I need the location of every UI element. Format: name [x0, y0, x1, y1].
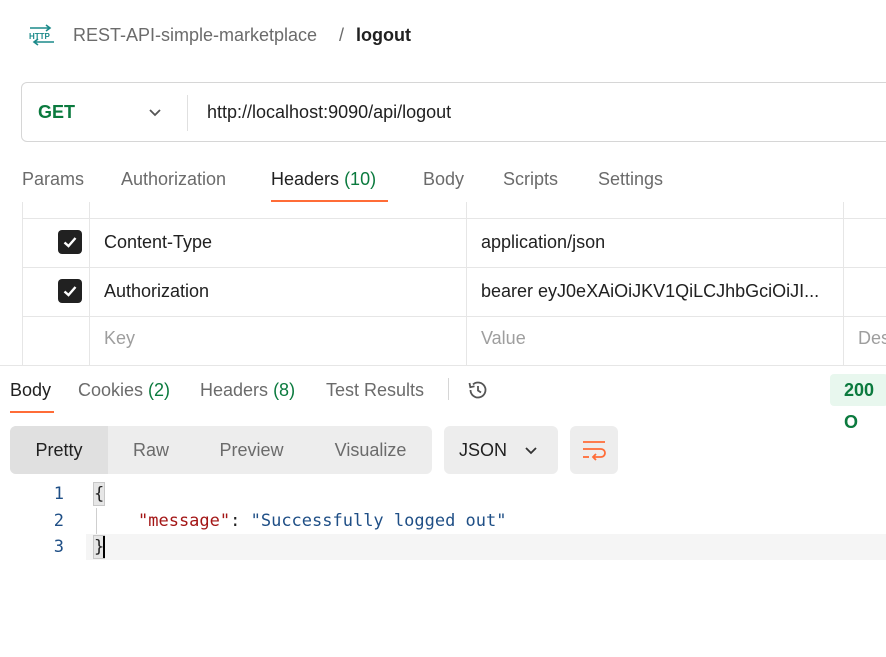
breadcrumb-current-request[interactable]: logout	[356, 24, 411, 46]
response-tabs-divider	[448, 378, 449, 400]
tab-label: Scripts	[503, 169, 559, 189]
svg-text:HTTP: HTTP	[29, 32, 51, 41]
view-preview-button[interactable]: Preview	[194, 426, 309, 474]
method-select[interactable]: GET	[38, 101, 75, 123]
table-row-divider	[22, 316, 886, 317]
active-tab-indicator	[271, 200, 388, 202]
current-line-highlight	[86, 534, 886, 560]
url-divider	[187, 95, 188, 131]
chevron-down-icon	[525, 447, 537, 455]
header-key[interactable]: Content-Type	[104, 231, 454, 253]
view-visualize-button[interactable]: Visualize	[309, 426, 432, 474]
table-col-divider	[466, 202, 467, 365]
view-raw-button[interactable]: Raw	[108, 426, 194, 474]
tab-label: Headers	[200, 380, 269, 400]
json-value: "Successfully logged out"	[250, 511, 507, 531]
tab-headers[interactable]: Headers (10)	[271, 168, 376, 190]
tab-label: Body	[423, 169, 465, 189]
tab-label: Body	[10, 380, 52, 400]
header-key-input[interactable]: Key	[104, 327, 135, 349]
tab-settings[interactable]: Settings	[598, 168, 663, 190]
json-line[interactable]: "message": "Successfully logged out"	[138, 510, 506, 532]
tab-authorization[interactable]: Authorization	[121, 168, 226, 190]
pane-divider	[0, 365, 886, 366]
response-tab-headers[interactable]: Headers (8)	[200, 379, 295, 401]
wrap-lines-icon	[583, 441, 606, 461]
response-tab-body[interactable]: Body	[10, 379, 51, 401]
table-col-divider	[22, 202, 23, 365]
history-icon[interactable]	[466, 378, 490, 402]
table-row-divider	[22, 218, 886, 219]
header-description-input[interactable]: Des	[858, 327, 886, 349]
active-response-tab-indicator	[10, 411, 54, 413]
tab-label: Params	[22, 169, 85, 189]
text-cursor	[103, 536, 105, 558]
http-icon: HTTP	[29, 24, 54, 46]
chevron-down-icon[interactable]	[147, 104, 163, 120]
tab-count: (2)	[148, 380, 171, 400]
tab-label: Test Results	[326, 380, 425, 400]
header-value-input[interactable]: Value	[481, 327, 526, 349]
json-key: "message"	[138, 511, 231, 531]
tab-label: Headers	[271, 169, 340, 189]
format-label: JSON	[459, 440, 508, 460]
tab-count: (8)	[273, 380, 296, 400]
json-open-brace: {	[92, 482, 106, 506]
response-tab-cookies[interactable]: Cookies (2)	[78, 379, 170, 401]
line-number: 1	[53, 484, 64, 504]
tab-body[interactable]: Body	[423, 168, 464, 190]
line-number: 2	[53, 511, 64, 531]
response-tab-test-results[interactable]: Test Results	[326, 379, 424, 401]
tab-params[interactable]: Params	[22, 168, 84, 190]
table-col-divider	[843, 202, 844, 365]
header-value[interactable]: application/json	[481, 231, 836, 253]
json-colon: :	[230, 511, 251, 531]
breadcrumb-collection[interactable]: REST-API-simple-marketplace	[73, 24, 317, 46]
view-pretty-button[interactable]: Pretty	[10, 426, 108, 474]
status-badge: 200 O	[830, 374, 886, 432]
table-col-divider	[89, 202, 90, 365]
tab-label: Authorization	[121, 169, 227, 189]
header-value[interactable]: bearer eyJ0eXAiOiJKV1QiLCJhbGciOiJI...	[481, 280, 836, 302]
indent-guide	[96, 508, 97, 534]
tab-count: (10)	[344, 169, 377, 189]
breadcrumb-separator: /	[339, 25, 345, 45]
line-number: 3	[53, 537, 64, 557]
tab-label: Cookies	[78, 380, 144, 400]
header-key[interactable]: Authorization	[104, 280, 454, 302]
table-row-divider	[22, 267, 886, 268]
checkbox-checked-icon[interactable]	[58, 279, 82, 303]
tab-scripts[interactable]: Scripts	[503, 168, 558, 190]
tab-label: Settings	[598, 169, 664, 189]
wrap-lines-button[interactable]	[570, 426, 618, 474]
checkbox-checked-icon[interactable]	[58, 230, 82, 254]
url-input[interactable]: http://localhost:9090/api/logout	[207, 101, 451, 123]
